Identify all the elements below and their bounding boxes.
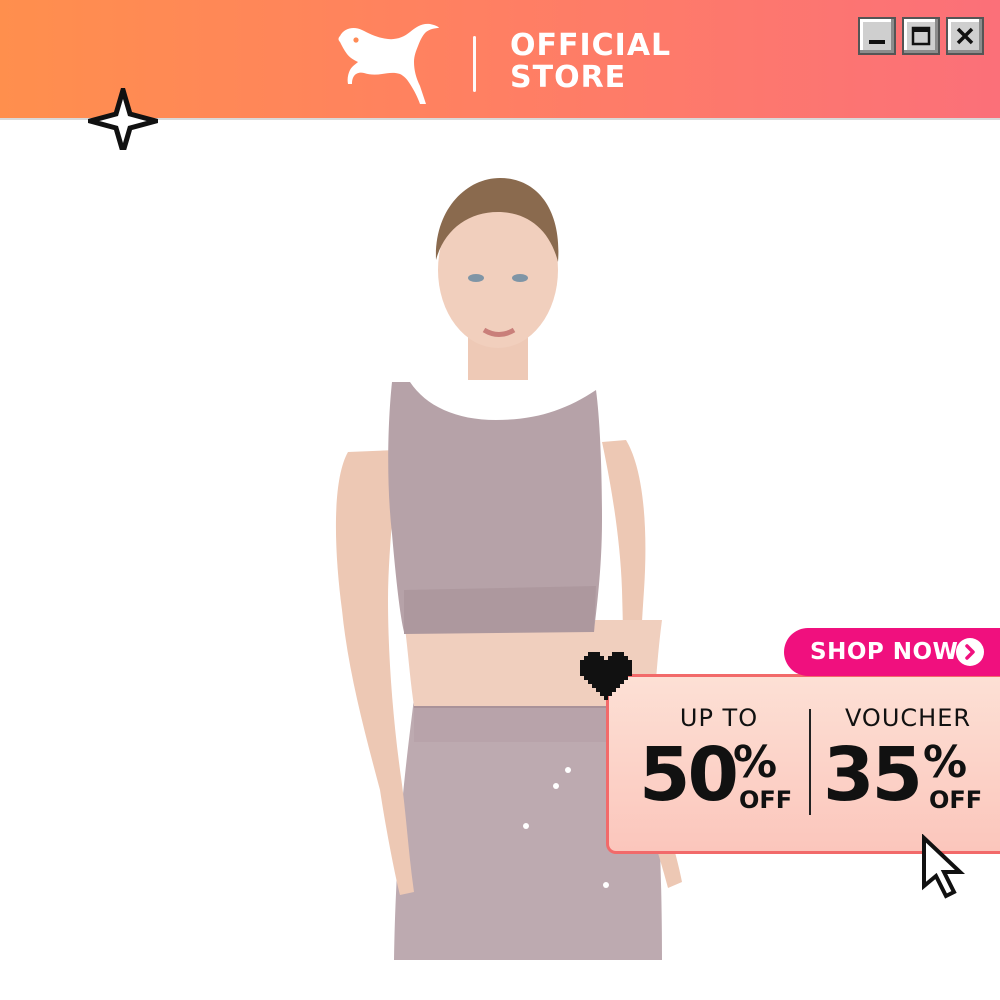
shop-now-button[interactable]: SHOP NOW bbox=[784, 628, 1000, 676]
pointer-cursor-icon bbox=[922, 834, 966, 899]
window-controls bbox=[858, 17, 984, 55]
voucher-value: 35 bbox=[823, 732, 923, 818]
close-icon bbox=[956, 27, 974, 45]
brand-lockup: OFFICIAL STORE bbox=[334, 18, 674, 106]
voucher-top-text: VOUCHER bbox=[844, 704, 972, 732]
store-line-2: STORE bbox=[510, 60, 627, 95]
official-store-label: OFFICIAL STORE bbox=[510, 30, 671, 94]
minimize-button[interactable] bbox=[858, 17, 896, 55]
discount-percent: % bbox=[733, 737, 778, 788]
maximize-button[interactable] bbox=[902, 17, 940, 55]
voucher-suffix: OFF bbox=[929, 786, 983, 814]
discount-top-text: UP TO bbox=[679, 704, 759, 732]
pixel-heart-icon bbox=[580, 652, 632, 700]
chevron-right-circle-icon bbox=[956, 638, 984, 666]
close-button[interactable] bbox=[946, 17, 984, 55]
maximize-icon bbox=[911, 26, 931, 46]
discount-block: UP TO 50 % OFF bbox=[639, 704, 799, 815]
sparkle-icon bbox=[88, 88, 158, 154]
puma-cat-logo bbox=[338, 23, 439, 105]
voucher-block: VOUCHER 35 % OFF bbox=[823, 704, 993, 815]
discount-value: 50 bbox=[639, 732, 739, 818]
minimize-icon bbox=[869, 40, 885, 44]
discount-suffix: OFF bbox=[739, 786, 793, 814]
shop-now-label: SHOP NOW bbox=[810, 639, 959, 665]
promo-divider bbox=[809, 709, 811, 815]
voucher-percent: % bbox=[923, 737, 968, 788]
store-line-1: OFFICIAL bbox=[510, 28, 672, 63]
promo-card[interactable]: UP TO 50 % OFF VOUCHER 35 % OFF bbox=[606, 674, 1000, 854]
brand-divider bbox=[473, 36, 476, 92]
